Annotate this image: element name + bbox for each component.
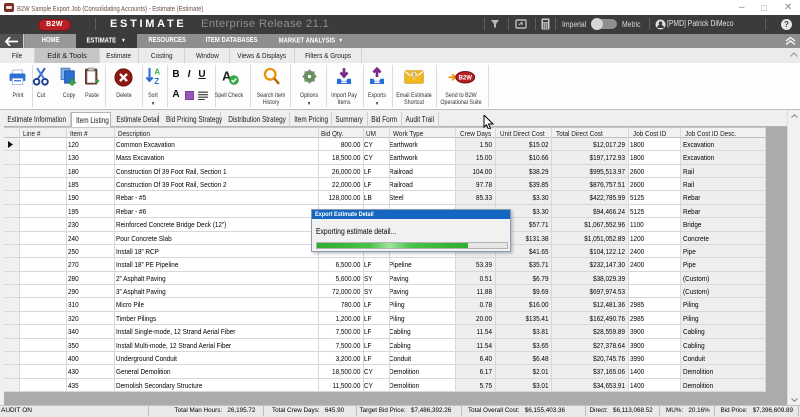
svg-text:Z: Z bbox=[154, 77, 159, 86]
svg-text:?: ? bbox=[784, 20, 789, 29]
svg-text:B2W: B2W bbox=[459, 76, 473, 82]
svg-text:A: A bbox=[154, 68, 160, 77]
